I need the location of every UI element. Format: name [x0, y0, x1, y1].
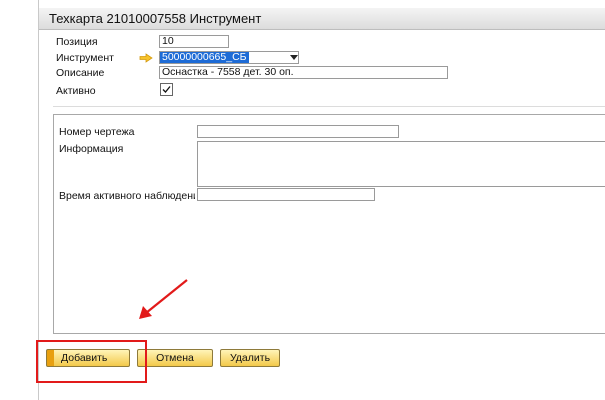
link-arrow-icon[interactable] — [139, 53, 153, 63]
details-panel: Номер чертежа Информация Время активного… — [53, 114, 605, 334]
tool-window: Техкарта 21010007558 Инструмент Позиция … — [38, 0, 605, 400]
observation-time-field[interactable] — [197, 188, 375, 201]
add-button[interactable]: Добавить — [46, 349, 130, 367]
section-divider — [53, 106, 605, 107]
chevron-down-icon[interactable] — [289, 51, 299, 64]
information-label: Информация — [59, 143, 124, 155]
active-checkbox[interactable] — [160, 83, 173, 96]
tool-field[interactable]: 50000000665_СБ — [159, 51, 299, 64]
window-title: Техкарта 21010007558 Инструмент — [49, 11, 262, 26]
position-field[interactable]: 10 — [159, 35, 229, 48]
position-label: Позиция — [56, 36, 98, 48]
title-bar[interactable]: Техкарта 21010007558 Инструмент — [39, 8, 605, 30]
delete-button[interactable]: Удалить — [220, 349, 280, 367]
checkmark-icon — [162, 86, 171, 93]
drawing-number-label: Номер чертежа — [59, 126, 135, 138]
active-label: Активно — [56, 85, 96, 97]
tool-value: 50000000665_СБ — [160, 51, 249, 63]
information-textarea[interactable] — [197, 141, 605, 187]
description-field[interactable]: Оснастка - 7558 дет. 30 оп. — [159, 66, 448, 79]
drawing-number-field[interactable] — [197, 125, 399, 138]
observation-time-label: Время активного наблюдени — [59, 190, 195, 202]
cancel-button[interactable]: Отмена — [137, 349, 213, 367]
description-label: Описание — [56, 67, 105, 79]
tool-label: Инструмент — [56, 52, 114, 64]
